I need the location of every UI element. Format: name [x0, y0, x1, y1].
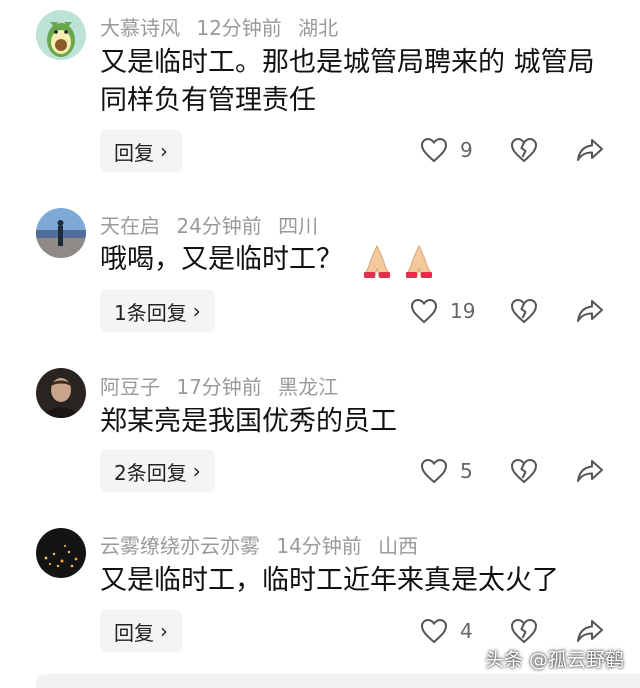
like-count: 4: [460, 619, 473, 643]
praying-hands-emoji: [357, 240, 439, 280]
like-button[interactable]: 19: [410, 298, 475, 324]
comment-meta: 阿豆子 17分钟前 黑龙江: [100, 371, 348, 400]
reply-button[interactable]: 回复 ›: [100, 610, 182, 652]
praying-hands-icon: [364, 244, 390, 278]
dislike-button[interactable]: [510, 137, 538, 163]
comment-text: 又是临时工。那也是城管局聘来的 城管局同样负有管理责任: [100, 47, 595, 116]
broken-heart-icon: [510, 618, 538, 644]
heart-outline-icon: [420, 618, 448, 644]
location: 山西: [378, 534, 419, 558]
like-count: 19: [450, 299, 476, 323]
reply-label: 1条回复: [114, 300, 187, 325]
location: 湖北: [298, 16, 339, 40]
like-count: 9: [460, 138, 473, 162]
reply-button[interactable]: 回复 ›: [100, 130, 182, 172]
night-city-avatar-icon: [36, 528, 86, 578]
comment-text: 郑某亮是我国优秀的员工: [100, 406, 397, 437]
timestamp: 14分钟前: [276, 534, 362, 558]
username[interactable]: 天在启: [100, 214, 160, 238]
share-arrow-icon: [577, 139, 603, 161]
location: 四川: [278, 214, 319, 238]
broken-heart-icon: [510, 458, 538, 484]
broken-heart-icon: [510, 298, 538, 324]
timestamp: 17分钟前: [176, 375, 262, 399]
share-button[interactable]: [576, 298, 604, 324]
like-button[interactable]: 5: [420, 458, 473, 484]
comment-text: 哦喝，又是临时工？: [100, 244, 343, 275]
chevron-right-icon: ›: [160, 139, 168, 163]
comment-text-row: 哦喝，又是临时工？: [100, 240, 610, 280]
landscape-avatar-icon: [36, 208, 86, 258]
avatar[interactable]: [36, 368, 86, 418]
avatar[interactable]: [36, 208, 86, 258]
share-button[interactable]: [576, 458, 604, 484]
heart-outline-icon: [410, 298, 438, 324]
reply-button[interactable]: 1条回复 ›: [100, 290, 215, 332]
share-button[interactable]: [576, 137, 604, 163]
dislike-button[interactable]: [510, 458, 538, 484]
praying-hands-icon: [406, 244, 432, 278]
dislike-button[interactable]: [510, 298, 538, 324]
reply-button[interactable]: 2条回复 ›: [100, 450, 215, 492]
chevron-right-icon: ›: [160, 619, 168, 643]
comment-meta: 天在启 24分钟前 四川: [100, 210, 328, 239]
avatar[interactable]: [36, 10, 86, 60]
timestamp: 12分钟前: [196, 16, 282, 40]
reply-label: 回复: [114, 620, 154, 645]
share-button[interactable]: [576, 618, 604, 644]
heart-outline-icon: [420, 137, 448, 163]
share-arrow-icon: [577, 620, 603, 642]
chevron-right-icon: ›: [192, 459, 201, 483]
username[interactable]: 大慕诗风: [100, 16, 180, 40]
portrait-avatar-icon: [36, 368, 86, 418]
reply-label: 回复: [114, 140, 154, 165]
username[interactable]: 阿豆子: [100, 375, 160, 399]
comment-text: 又是临时工，临时工近年来真是太火了: [100, 565, 559, 596]
timestamp: 24分钟前: [176, 214, 262, 238]
next-comment-preview: [36, 674, 640, 688]
comment-meta: 云雾缭绕亦云亦雾 14分钟前 山西: [100, 530, 428, 559]
reply-label: 2条回复: [114, 460, 187, 485]
share-arrow-icon: [577, 300, 603, 322]
broken-heart-icon: [510, 137, 538, 163]
chevron-right-icon: ›: [192, 299, 201, 323]
avatar[interactable]: [36, 528, 86, 578]
like-count: 5: [460, 459, 473, 483]
like-button[interactable]: 4: [420, 618, 473, 644]
watermark: 头条 @孤云野鹤: [484, 649, 624, 671]
share-arrow-icon: [577, 460, 603, 482]
like-button[interactable]: 9: [420, 137, 473, 163]
heart-outline-icon: [420, 458, 448, 484]
comment-meta: 大慕诗风 12分钟前 湖北: [100, 12, 348, 41]
avocado-avatar-icon: [36, 10, 86, 60]
location: 黑龙江: [278, 375, 339, 399]
dislike-button[interactable]: [510, 618, 538, 644]
username[interactable]: 云雾缭绕亦云亦雾: [100, 534, 260, 558]
